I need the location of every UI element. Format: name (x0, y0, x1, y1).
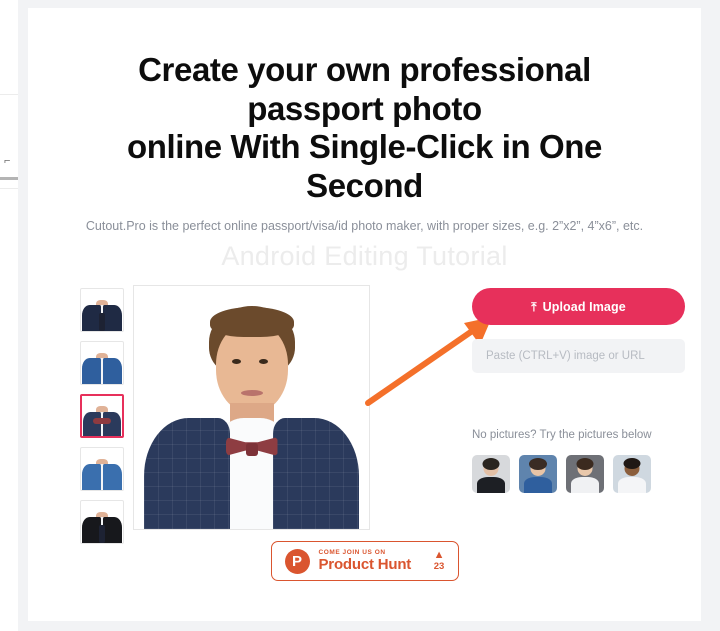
tie-shape (99, 312, 105, 332)
lapel-right (102, 358, 123, 385)
portrait-bow-tie-knot (245, 443, 258, 457)
sample-body (618, 477, 646, 494)
paste-image-input[interactable] (472, 339, 685, 374)
suit-graphic (82, 406, 122, 437)
sample-hair (482, 458, 500, 471)
product-hunt-name: Product Hunt (318, 555, 412, 573)
watermark-text: Android Editing Tutorial (221, 240, 508, 271)
sliver-glyph: ⌐ (4, 155, 11, 167)
outfit-thumbnail-4[interactable] (80, 447, 124, 492)
page-title: Create your own professional passport ph… (65, 8, 665, 205)
sample-body (477, 477, 505, 494)
editor-workspace: ⤒ Upload Image No pictures? Try the pict… (28, 285, 701, 545)
lapel-left (82, 411, 102, 437)
suit-graphic (81, 352, 123, 385)
product-hunt-text: COME JOIN US ON Product Hunt (318, 549, 425, 573)
sample-body (524, 477, 552, 494)
upload-icon: ⤒ (531, 299, 537, 314)
portrait-jacket-left (144, 417, 230, 530)
product-hunt-logo-icon: P (284, 548, 310, 574)
page-title-line-4: Second (306, 166, 423, 204)
main-card: Create your own professional passport ph… (28, 8, 701, 621)
suit-graphic (81, 299, 123, 332)
background-page-sliver: ⌐ (0, 0, 18, 631)
page-title-line-2: passport photo (247, 89, 482, 127)
app-root: ⌐ Create your own professional passport … (0, 0, 720, 631)
outfit-thumbnail-strip (80, 285, 124, 545)
page-gutter (18, 0, 28, 631)
upvote-caret-icon: ▲ (433, 549, 445, 562)
sample-image-4[interactable] (613, 455, 651, 494)
sliver-divider-bold (0, 177, 18, 180)
suit-graphic (81, 458, 123, 491)
upload-image-button[interactable]: ⤒ Upload Image (472, 288, 685, 326)
outfit-thumbnail-2[interactable] (80, 341, 124, 386)
upvote-count: 23 (433, 561, 445, 573)
sample-image-1[interactable] (472, 455, 510, 494)
lapel-left (81, 358, 102, 385)
lapel-right (102, 517, 123, 544)
portrait-jacket-right (273, 417, 359, 530)
product-hunt-badge-wrap: P COME JOIN US ON Product Hunt ▲ 23 (28, 541, 701, 581)
suit-graphic (81, 511, 123, 544)
page-title-line-3: online With Single-Click in One (127, 128, 602, 166)
photo-preview[interactable] (133, 285, 370, 531)
portrait-hair-front (209, 306, 294, 337)
sample-hair (576, 458, 594, 471)
page-subtitle: Cutout.Pro is the perfect online passpor… (85, 219, 644, 234)
lapel-right (102, 411, 122, 437)
product-hunt-upvote[interactable]: ▲ 23 (434, 550, 445, 572)
portrait-mouth (240, 389, 263, 396)
outfit-thumbnail-1[interactable] (80, 288, 124, 333)
outfit-thumbnail-5[interactable] (80, 500, 124, 545)
lapel-right (102, 464, 123, 491)
sample-hair (529, 458, 547, 471)
sliver-divider-bottom (0, 188, 18, 189)
sample-image-3[interactable] (566, 455, 604, 494)
lapel-left (81, 517, 102, 544)
portrait-eye-left (231, 359, 241, 365)
sample-image-2[interactable] (519, 455, 557, 494)
outfit-thumbnail-3-selected[interactable] (80, 394, 124, 439)
sample-prompt-label: No pictures? Try the pictures below (472, 429, 652, 442)
lapel-left (81, 464, 102, 491)
lapel-left (81, 305, 102, 332)
bow-tie-shape (93, 418, 111, 424)
sample-hair (623, 458, 641, 470)
sliver-divider-top (0, 94, 18, 95)
sample-image-list (472, 455, 685, 494)
page-title-line-1: Create your own professional (138, 51, 591, 88)
portrait-eye-right (258, 359, 268, 365)
portrait-image (134, 286, 369, 530)
lapel-right (102, 305, 123, 332)
upload-panel: ⤒ Upload Image No pictures? Try the pict… (472, 288, 685, 494)
sample-body (571, 477, 599, 494)
upload-button-label: Upload Image (542, 299, 626, 314)
product-hunt-badge[interactable]: P COME JOIN US ON Product Hunt ▲ 23 (270, 541, 459, 581)
